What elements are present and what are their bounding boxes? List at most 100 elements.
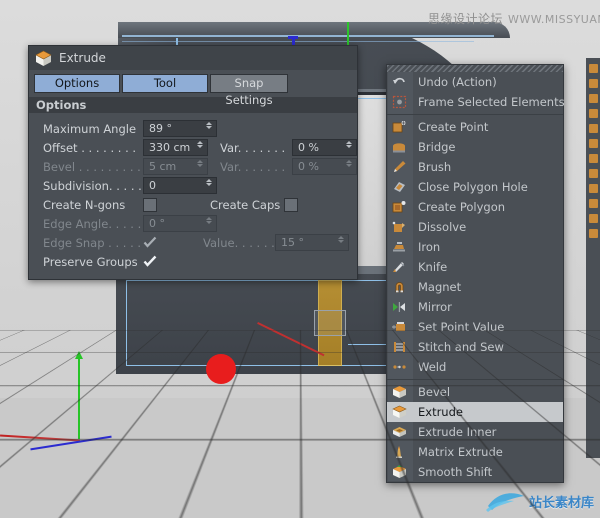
- value-edge-snap-value: 15 °: [276, 236, 304, 249]
- menu-item-extrude-inner-label: Extrude Inner: [412, 425, 496, 439]
- menu-item-set-point-value[interactable]: Set Point Value: [387, 317, 563, 337]
- value-bevel: 5 cm: [144, 160, 176, 173]
- bridge-icon: [387, 137, 412, 157]
- tab-snap-settings[interactable]: Snap Settings: [210, 74, 288, 93]
- spinner-maximum-angle[interactable]: [200, 122, 212, 135]
- swoosh-logo-icon: [486, 488, 526, 514]
- watermark-top-cn: 思缘设计论坛: [428, 12, 503, 26]
- label-edge-snap: Edge Snap . . . . .: [43, 236, 143, 250]
- checkbox-create-ngons[interactable]: [143, 198, 157, 212]
- menu-item-bevel[interactable]: Bevel: [387, 382, 563, 402]
- input-bevel: 5 cm: [143, 158, 208, 175]
- menu-item-iron[interactable]: Iron: [387, 237, 563, 257]
- extrude-cube-icon: [35, 50, 52, 67]
- row-edge-angle: Edge Angle. . . . . 0 °: [29, 214, 357, 233]
- menu-item-weld-label: Weld: [412, 360, 446, 374]
- label-bevel: Bevel . . . . . . . . .: [43, 160, 143, 174]
- checkbox-preserve-groups[interactable]: [143, 255, 157, 268]
- menu-item-frame-selected-label: Frame Selected Elements: [412, 95, 565, 109]
- menu-item-weld[interactable]: Weld: [387, 357, 563, 377]
- screenshot-root: 思缘设计论坛WWW.MISSYUAN.COM 站长素材库 Extrude: [0, 0, 600, 518]
- menu-item-stitch-and-sew[interactable]: Stitch and Sew: [387, 337, 563, 357]
- smooth-shift-icon: [387, 462, 412, 482]
- checkbox-create-caps[interactable]: [284, 198, 298, 212]
- create-polygon-icon: [387, 197, 412, 217]
- value-offset: 330 cm: [144, 141, 190, 154]
- menu-item-bridge[interactable]: Bridge: [387, 137, 563, 157]
- spinner-bevel-var: [340, 160, 352, 173]
- input-maximum-angle[interactable]: 89 °: [143, 120, 217, 137]
- label-preserve-groups: Preserve Groups: [43, 255, 143, 269]
- menu-item-brush-label: Brush: [412, 160, 451, 174]
- value-edge-angle: 0 °: [144, 217, 165, 230]
- menu-item-smooth-shift-label: Smooth Shift: [412, 465, 492, 479]
- menu-item-smooth-shift[interactable]: Smooth Shift: [387, 462, 563, 482]
- magnet-icon: [387, 277, 412, 297]
- input-subdivision[interactable]: 0: [143, 177, 217, 194]
- tab-tool[interactable]: Tool: [122, 74, 208, 93]
- label-edge-snap-value: Value. . . . . .: [203, 236, 275, 250]
- input-offset[interactable]: 330 cm: [143, 139, 208, 156]
- menu-item-close-polygon-hole[interactable]: Close Polygon Hole: [387, 177, 563, 197]
- input-bevel-var: 0 %: [292, 158, 357, 175]
- menu-item-magnet[interactable]: Magnet: [387, 277, 563, 297]
- menu-item-extrude[interactable]: Extrude: [387, 402, 563, 422]
- menu-item-create-polygon-label: Create Polygon: [412, 200, 505, 214]
- iron-icon: [387, 237, 412, 257]
- spinner-offset[interactable]: [191, 141, 203, 154]
- label-subdivision: Subdivision. . . . .: [43, 179, 143, 193]
- watermark-bottom: 站长素材库: [486, 488, 594, 514]
- row-preserve-groups: Preserve Groups: [29, 252, 357, 271]
- spinner-edge-angle: [200, 217, 212, 230]
- spinner-subdivision[interactable]: [200, 179, 212, 192]
- menu-item-undo[interactable]: Undo (Action): [387, 72, 563, 92]
- context-menu[interactable]: Undo (Action) Frame Selected Elements Cr…: [386, 64, 564, 483]
- menu-item-set-point-value-label: Set Point Value: [412, 320, 504, 334]
- menu-item-brush[interactable]: Brush: [387, 157, 563, 177]
- dialog-tabbar[interactable]: Options Tool Snap Settings: [29, 70, 357, 97]
- mirror-icon: [387, 297, 412, 317]
- tab-options[interactable]: Options: [34, 74, 120, 93]
- spinner-offset-var[interactable]: [340, 141, 352, 154]
- menu-item-bridge-label: Bridge: [412, 140, 456, 154]
- weld-icon: [387, 357, 412, 377]
- dialog-title: Extrude: [59, 51, 106, 65]
- value-subdivision: 0: [144, 179, 156, 192]
- right-toolbar-strip[interactable]: [586, 58, 600, 458]
- label-maximum-angle: Maximum Angle: [43, 122, 143, 136]
- close-polygon-hole-icon: [387, 177, 412, 197]
- label-bevel-var: Var. . . . . . .: [220, 160, 292, 174]
- menu-item-extrude-label: Extrude: [412, 405, 463, 419]
- menu-item-magnet-label: Magnet: [412, 280, 461, 294]
- menu-item-matrix-extrude[interactable]: Matrix Extrude: [387, 442, 563, 462]
- value-maximum-angle: 89 °: [144, 122, 172, 135]
- input-offset-var[interactable]: 0 %: [292, 139, 357, 156]
- menu-item-mirror[interactable]: Mirror: [387, 297, 563, 317]
- menu-item-dissolve[interactable]: Dissolve: [387, 217, 563, 237]
- menu-item-extrude-inner[interactable]: Extrude Inner: [387, 422, 563, 442]
- menu-item-create-point[interactable]: Create Point: [387, 117, 563, 137]
- axis-y-green: [78, 357, 80, 439]
- menu-item-close-polygon-hole-label: Close Polygon Hole: [412, 180, 528, 194]
- row-offset: Offset . . . . . . . . 330 cm Var. . . .…: [29, 138, 357, 157]
- create-point-icon: [387, 117, 412, 137]
- menu-item-create-polygon[interactable]: Create Polygon: [387, 197, 563, 217]
- menu-drag-grip[interactable]: [387, 65, 563, 72]
- menu-separator-1: [387, 114, 563, 115]
- row-edge-snap: Edge Snap . . . . . Value. . . . . . 15 …: [29, 233, 357, 252]
- drag-cursor-dot: [206, 354, 236, 384]
- row-maximum-angle: Maximum Angle 89 °: [29, 119, 357, 138]
- label-offset: Offset . . . . . . . .: [43, 141, 143, 155]
- value-bevel-var: 0 %: [293, 160, 319, 173]
- input-edge-angle: 0 °: [143, 215, 217, 232]
- menu-item-knife[interactable]: Knife: [387, 257, 563, 277]
- menu-item-frame-selected[interactable]: Frame Selected Elements: [387, 92, 563, 112]
- row-subdivision: Subdivision. . . . . 0: [29, 176, 357, 195]
- bevel-icon: [387, 382, 412, 402]
- menu-item-undo-label: Undo (Action): [412, 75, 497, 89]
- brush-icon: [387, 157, 412, 177]
- extrude-dialog[interactable]: Extrude Options Tool Snap Settings Optio…: [28, 45, 358, 280]
- extrude-handle[interactable]: [314, 310, 346, 336]
- dialog-titlebar[interactable]: Extrude: [29, 46, 357, 70]
- menu-item-bevel-label: Bevel: [412, 385, 450, 399]
